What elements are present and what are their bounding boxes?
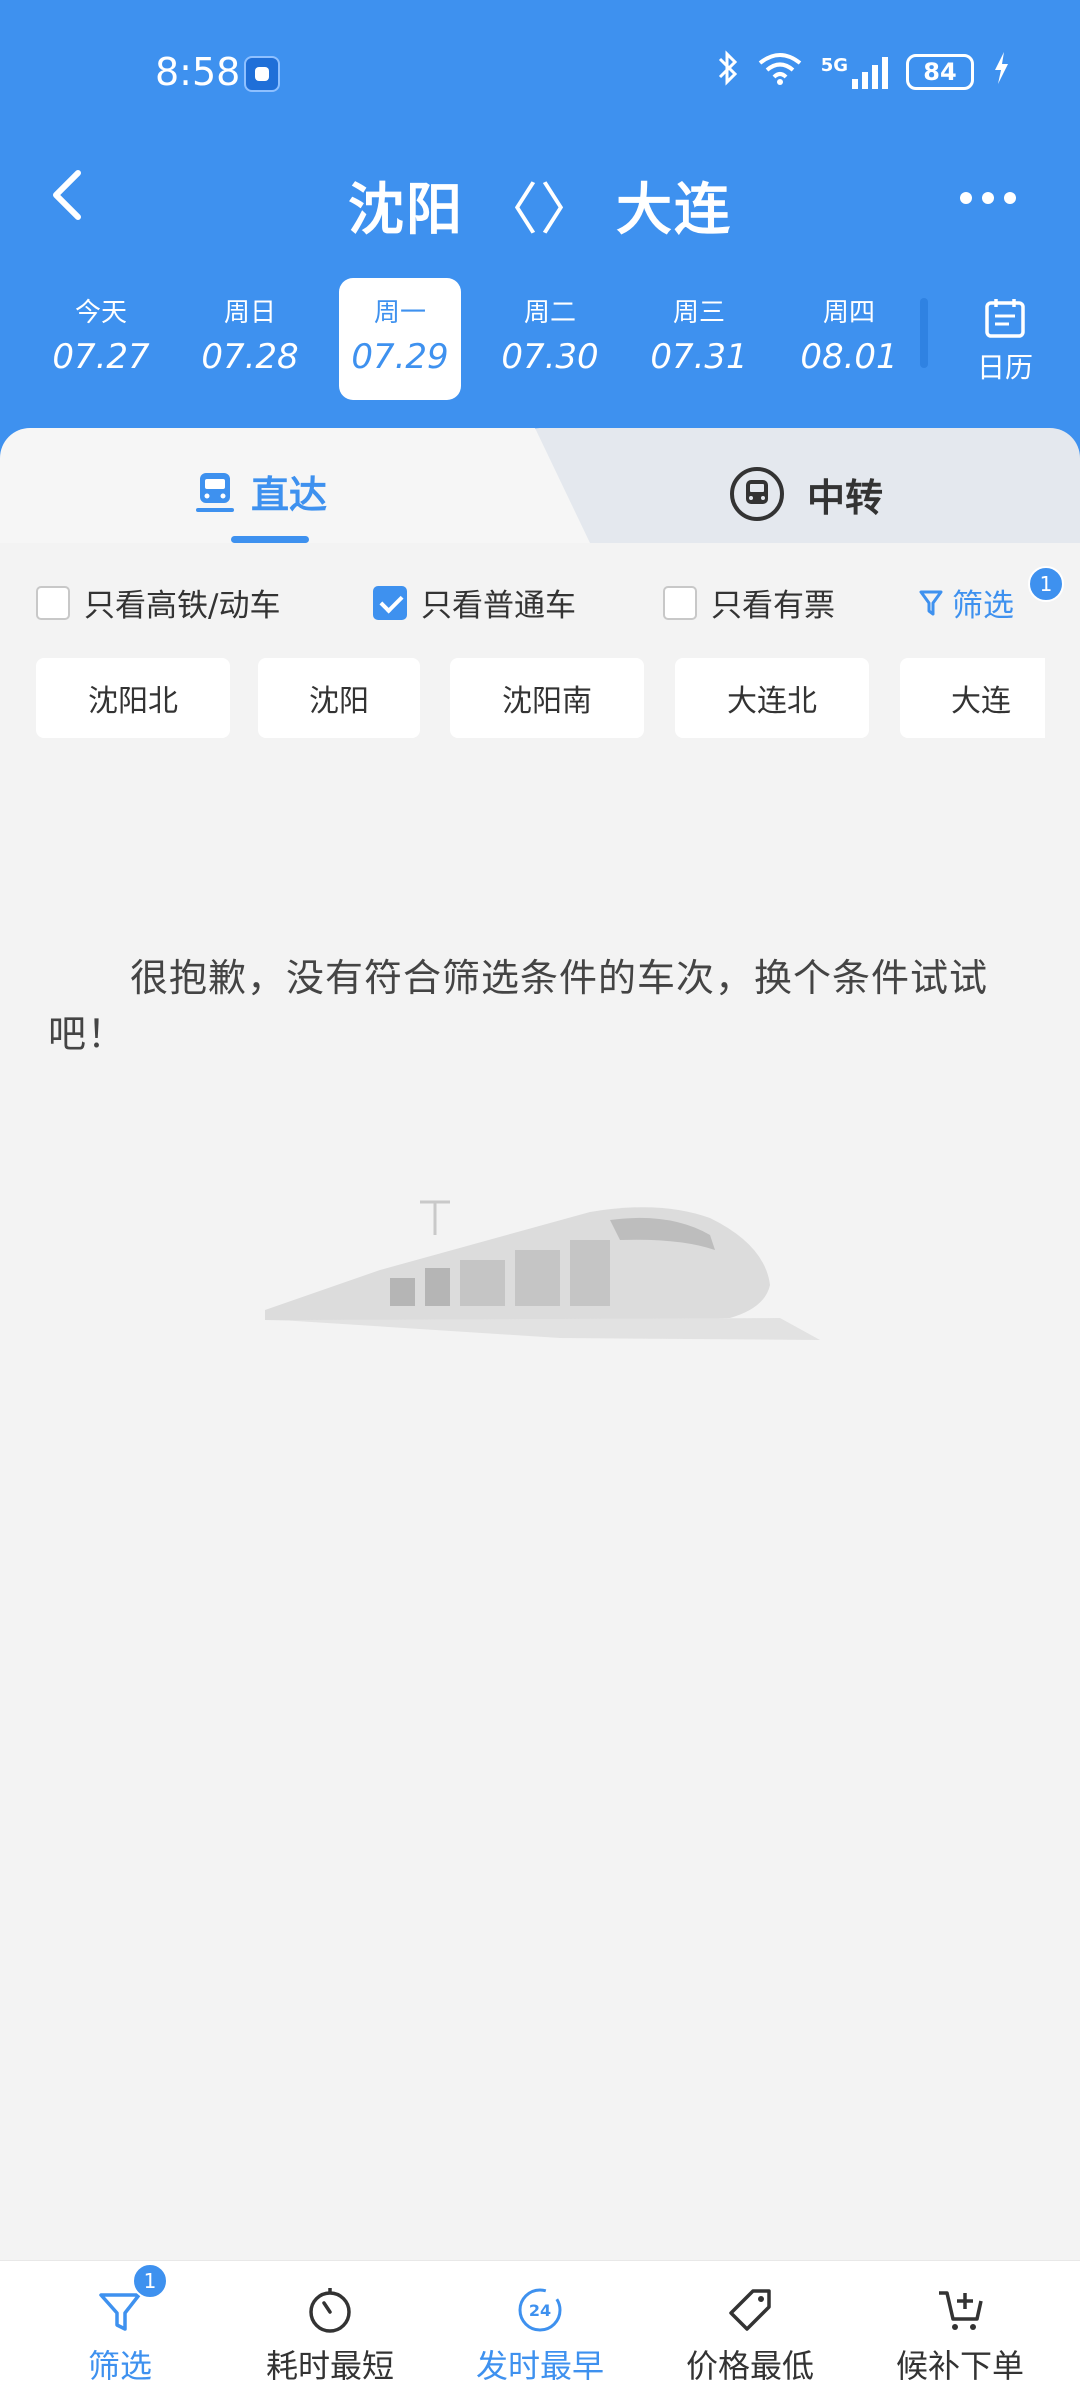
more-dot-icon xyxy=(1004,192,1016,204)
date-item[interactable]: 周日 07.28 xyxy=(189,278,311,400)
calendar-button[interactable]: 日历 xyxy=(970,296,1040,386)
station-chip[interactable]: 大连 xyxy=(900,658,1045,738)
empty-state-message: 很抱歉，没有符合筛选条件的车次，换个条件试试吧！ xyxy=(48,956,989,1056)
date-weekday: 周日 xyxy=(223,298,276,328)
date-item[interactable]: 周三 07.31 xyxy=(638,278,760,400)
date-value: 07.29 xyxy=(351,337,449,377)
date-divider xyxy=(920,298,928,368)
bottom-filter-button[interactable]: 1 筛选 xyxy=(20,2261,220,2401)
header: 8:58 5G 84 沈阳 〈〉 大连 今天 07.27 周日 07.28 周一… xyxy=(0,0,1080,460)
cart-icon xyxy=(939,2291,983,2330)
status-time: 8:58 xyxy=(155,50,241,94)
battery-icon: 84 xyxy=(906,54,974,90)
waitlist-order-button[interactable]: 候补下单 xyxy=(860,2261,1060,2401)
date-value: 07.31 xyxy=(650,337,748,377)
sort-shortest-duration-button[interactable]: 耗时最短 xyxy=(230,2261,430,2401)
sort-earliest-departure-button[interactable]: 24 发时最早 xyxy=(440,2261,640,2401)
tab-direct-label: 直达 xyxy=(251,473,328,517)
date-item[interactable]: 周四 08.01 xyxy=(788,278,910,400)
tab-active-indicator xyxy=(231,536,309,543)
filter-count-badge: 1 xyxy=(1028,566,1064,602)
checkbox-label: 只看普通车 xyxy=(421,588,576,624)
cellular-signal-icon: 5G xyxy=(821,55,888,89)
arrival-city: 大连 xyxy=(616,178,732,243)
station-chip[interactable]: 沈阳北 xyxy=(36,658,230,738)
network-type: 5G xyxy=(820,55,848,76)
checkbox-checked-icon xyxy=(373,585,407,620)
swap-direction-icon[interactable]: 〈〉 xyxy=(482,165,598,246)
svg-text:24: 24 xyxy=(529,2301,551,2320)
checkbox-unchecked-icon xyxy=(36,585,70,620)
status-bar: 8:58 5G 84 xyxy=(0,0,1080,150)
high-speed-only-checkbox[interactable]: 只看高铁/动车 xyxy=(36,580,280,625)
train-icon xyxy=(196,472,234,512)
checkbox-unchecked-icon xyxy=(663,585,697,620)
sort-cheapest-label: 价格最低 xyxy=(685,2347,814,2385)
calendar-label: 日历 xyxy=(976,351,1033,384)
filter-count-badge: 1 xyxy=(132,2263,168,2299)
filter-label: 筛选 xyxy=(952,588,1014,624)
date-weekday: 今天 xyxy=(74,298,127,328)
date-item[interactable]: 周二 07.30 xyxy=(489,278,611,400)
checkbox-label: 只看高铁/动车 xyxy=(84,588,281,624)
sort-lowest-price-button[interactable]: 价格最低 xyxy=(650,2261,850,2401)
date-weekday: 周二 xyxy=(523,298,576,328)
tab-transfer-label: 中转 xyxy=(807,475,884,520)
transfer-train-icon xyxy=(730,467,784,521)
clock-24-icon: 24 xyxy=(518,2288,562,2332)
bottom-sort-bar: 1 筛选 耗时最短 24 发时最早 价格最低 候补下单 xyxy=(0,2260,1080,2401)
quick-filters: 只看高铁/动车 只看普通车 只看有票 筛选 1 xyxy=(0,566,1080,628)
date-item[interactable]: 今天 07.27 xyxy=(40,278,162,400)
date-weekday: 周三 xyxy=(672,298,725,328)
app-notification-icon xyxy=(244,56,280,92)
more-dot-icon xyxy=(982,192,994,204)
checkbox-label: 只看有票 xyxy=(711,588,835,624)
more-options-button[interactable] xyxy=(960,178,1030,218)
date-value: 07.28 xyxy=(201,337,299,377)
date-value: 07.30 xyxy=(501,337,599,377)
date-value: 07.27 xyxy=(52,337,150,377)
price-tag-icon xyxy=(729,2289,771,2331)
status-icons: 5G 84 xyxy=(717,50,1010,94)
normal-train-only-checkbox[interactable]: 只看普通车 xyxy=(373,580,576,625)
train-illustration xyxy=(260,1190,830,1364)
route-mode-tabs: 直达 中转 xyxy=(0,428,1080,543)
filter-icon xyxy=(919,590,943,615)
station-chip[interactable]: 大连北 xyxy=(675,658,869,738)
bluetooth-icon xyxy=(717,50,739,94)
tab-transfer[interactable]: 中转 xyxy=(727,464,883,524)
departure-city: 沈阳 xyxy=(348,178,464,243)
waitlist-label: 候补下单 xyxy=(895,2347,1024,2385)
available-only-checkbox[interactable]: 只看有票 xyxy=(663,580,835,625)
date-weekday: 周四 xyxy=(822,298,875,328)
sort-earliest-label: 发时最早 xyxy=(475,2347,604,2385)
more-dot-icon xyxy=(960,192,972,204)
timer-icon xyxy=(309,2288,351,2333)
station-chip[interactable]: 沈阳南 xyxy=(450,658,644,738)
bottom-filter-label: 筛选 xyxy=(87,2347,152,2385)
filter-button[interactable]: 筛选 xyxy=(918,580,1014,625)
calendar-icon xyxy=(985,299,1025,338)
date-item-selected[interactable]: 周一 07.29 xyxy=(339,278,461,400)
charging-icon xyxy=(992,50,1010,94)
date-selector: 今天 07.27 周日 07.28 周一 07.29 周二 07.30 周三 0… xyxy=(0,278,1080,403)
tab-direct[interactable]: 直达 xyxy=(195,464,327,519)
station-chips: 沈阳北 沈阳 沈阳南 大连北 大连 xyxy=(0,658,1045,740)
date-value: 08.01 xyxy=(800,337,898,377)
sort-shortest-label: 耗时最短 xyxy=(265,2347,394,2385)
route-title[interactable]: 沈阳 〈〉 大连 xyxy=(0,165,1080,246)
station-chip[interactable]: 沈阳 xyxy=(258,658,420,738)
wifi-icon xyxy=(757,51,803,93)
date-weekday: 周一 xyxy=(373,298,426,328)
